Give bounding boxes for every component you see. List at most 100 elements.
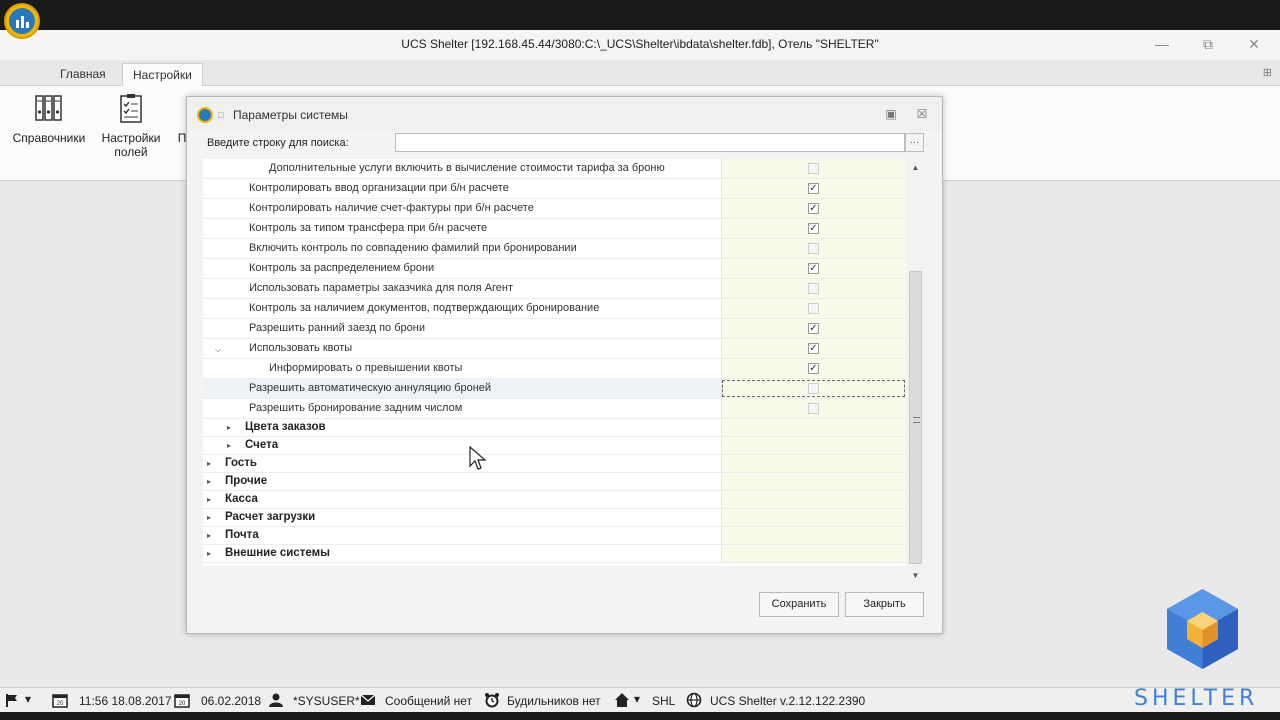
group-label: Расчет загрузки bbox=[225, 511, 316, 523]
parameter-checkbox[interactable]: ✓ bbox=[808, 263, 819, 274]
parameter-checkbox[interactable] bbox=[808, 403, 819, 414]
parameter-row[interactable]: Контролировать наличие счет-фактуры при … bbox=[203, 199, 906, 219]
scroll-thumb[interactable] bbox=[909, 271, 922, 564]
parameter-checkbox[interactable]: ✓ bbox=[808, 323, 819, 334]
parameter-row[interactable]: ⌵ Использовать квоты ✓ bbox=[203, 339, 906, 359]
vertical-scrollbar[interactable]: ▲ ▼ bbox=[907, 159, 924, 584]
parameter-label: Контролировать ввод организации при б/н … bbox=[249, 182, 509, 194]
expand-arrow-icon[interactable]: ▸ bbox=[227, 423, 231, 432]
scroll-grip-icon bbox=[913, 417, 920, 423]
parameter-checkbox[interactable]: ✓ bbox=[808, 223, 819, 234]
parameter-value-cell[interactable]: ✓ bbox=[721, 259, 906, 278]
flag-dropdown-icon[interactable]: ▾ bbox=[25, 692, 31, 706]
group-row[interactable]: ▸ Почта bbox=[203, 527, 906, 545]
parameter-row[interactable]: Использовать параметры заказчика для пол… bbox=[203, 279, 906, 299]
binders-icon bbox=[35, 95, 62, 121]
parameter-row[interactable]: Включить контроль по совпадению фамилий … bbox=[203, 239, 906, 259]
parameter-checkbox[interactable]: ✓ bbox=[808, 183, 819, 194]
scroll-up-arrow-icon[interactable]: ▲ bbox=[907, 161, 924, 175]
parameter-row[interactable]: Контролировать ввод организации при б/н … bbox=[203, 179, 906, 199]
ribbon-collapse-icon[interactable]: ⊞ bbox=[1263, 66, 1272, 79]
parameter-value-cell[interactable]: ✓ bbox=[721, 199, 906, 218]
close-button[interactable]: Закрыть bbox=[845, 592, 924, 617]
group-row[interactable]: ▸ Внешние системы bbox=[203, 545, 906, 563]
expand-arrow-icon[interactable]: ▸ bbox=[207, 495, 211, 504]
field-settings-button[interactable]: Настройки полей bbox=[98, 92, 164, 159]
parameter-row[interactable]: Контроль за типом трансфера при б/н расч… bbox=[203, 219, 906, 239]
home-icon[interactable] bbox=[614, 692, 630, 708]
parameter-checkbox[interactable] bbox=[808, 283, 819, 294]
parameter-value-cell[interactable] bbox=[721, 279, 906, 298]
parameter-value-cell[interactable]: ✓ bbox=[721, 179, 906, 198]
save-button[interactable]: Сохранить bbox=[759, 592, 839, 617]
parameter-value-cell[interactable] bbox=[721, 379, 906, 398]
status-alarms: Будильников нет bbox=[507, 694, 601, 708]
group-label: Почта bbox=[225, 529, 259, 541]
flag-icon[interactable] bbox=[4, 692, 20, 708]
dialog-restore-icon[interactable]: ▣ bbox=[883, 107, 899, 121]
group-row[interactable]: ▸ Расчет загрузки bbox=[203, 509, 906, 527]
dialog-logo-icon bbox=[197, 107, 213, 123]
parameter-value-cell[interactable] bbox=[721, 399, 906, 418]
parameter-label: Включить контроль по совпадению фамилий … bbox=[249, 242, 577, 254]
search-ellipsis-button[interactable]: … bbox=[905, 133, 924, 152]
parameter-checkbox[interactable]: ✓ bbox=[808, 203, 819, 214]
alarm-clock-icon[interactable] bbox=[484, 692, 500, 708]
parameter-row[interactable]: Контроль за распределением брони ✓ bbox=[203, 259, 906, 279]
parameter-label: Разрешить ранний заезд по брони bbox=[249, 322, 425, 334]
envelope-icon[interactable] bbox=[360, 692, 376, 708]
parameter-label: Контроль за распределением брони bbox=[249, 262, 435, 274]
parameter-checkbox[interactable] bbox=[808, 383, 819, 394]
scroll-down-arrow-icon[interactable]: ▼ bbox=[907, 569, 924, 583]
group-row[interactable]: ▸ Гость bbox=[203, 455, 906, 473]
group-row[interactable]: ▸ Цвета заказов bbox=[203, 419, 906, 437]
expand-arrow-icon[interactable]: ▸ bbox=[227, 441, 231, 450]
expand-arrow-icon[interactable]: ▸ bbox=[207, 513, 211, 522]
parameter-value-cell[interactable]: ✓ bbox=[721, 339, 906, 358]
parameter-row[interactable]: Информировать о превышении квоты ✓ bbox=[203, 359, 906, 379]
app-logo[interactable] bbox=[4, 3, 40, 39]
parameter-row[interactable]: Разрешить автоматическую аннуляцию броне… bbox=[203, 379, 906, 399]
shelter-brand-text: SHELTER bbox=[1134, 686, 1259, 711]
expand-arrow-icon[interactable]: ▸ bbox=[207, 531, 211, 540]
collapse-arrow-icon[interactable]: ⌵ bbox=[215, 345, 221, 355]
parameter-value-cell[interactable] bbox=[721, 239, 906, 258]
group-label: Прочие bbox=[225, 475, 268, 487]
parameter-row[interactable]: Разрешить ранний заезд по брони ✓ bbox=[203, 319, 906, 339]
group-row[interactable]: ▸ Счета bbox=[203, 437, 906, 455]
expand-arrow-icon[interactable]: ▸ bbox=[207, 477, 211, 486]
parameter-checkbox[interactable]: ✓ bbox=[808, 363, 819, 374]
home-dropdown-icon[interactable]: ▾ bbox=[634, 692, 640, 706]
parameter-row[interactable]: Разрешить бронирование задним числом bbox=[203, 399, 906, 419]
parameter-label: Использовать параметры заказчика для пол… bbox=[249, 282, 514, 294]
dialog-menu-icon[interactable]: □ bbox=[218, 110, 223, 120]
parameter-value-cell[interactable]: ✓ bbox=[721, 359, 906, 378]
parameter-label: Разрешить бронирование задним числом bbox=[249, 402, 463, 414]
group-value-cell bbox=[721, 437, 906, 454]
parameter-checkbox[interactable] bbox=[808, 163, 819, 174]
restore-button[interactable]: ⧉ bbox=[1196, 34, 1220, 54]
parameter-checkbox[interactable] bbox=[808, 243, 819, 254]
minimize-button[interactable]: — bbox=[1150, 34, 1174, 54]
expand-arrow-icon[interactable]: ▸ bbox=[207, 459, 211, 468]
parameter-label: Контроль за наличием документов, подтвер… bbox=[249, 302, 600, 314]
parameter-value-cell[interactable]: ✓ bbox=[721, 319, 906, 338]
expand-arrow-icon[interactable]: ▸ bbox=[207, 549, 211, 558]
close-window-button[interactable]: ✕ bbox=[1242, 34, 1266, 54]
tab-main[interactable]: Главная bbox=[50, 63, 116, 86]
dialog-close-icon[interactable]: ☒ bbox=[914, 107, 930, 121]
parameter-value-cell[interactable]: ✓ bbox=[721, 219, 906, 238]
search-input[interactable] bbox=[395, 133, 905, 152]
parameter-checkbox[interactable]: ✓ bbox=[808, 343, 819, 354]
window-title: UCS Shelter [192.168.45.44/3080:C:\_UCS\… bbox=[401, 37, 879, 51]
parameter-row[interactable]: Контроль за наличием документов, подтвер… bbox=[203, 299, 906, 319]
parameter-row[interactable]: Дополнительные услуги включить в вычисле… bbox=[203, 159, 906, 179]
tab-settings[interactable]: Настройки bbox=[122, 63, 203, 86]
group-row[interactable]: ▸ Прочие bbox=[203, 473, 906, 491]
parameter-checkbox[interactable] bbox=[808, 303, 819, 314]
group-row[interactable]: ▸ Касса bbox=[203, 491, 906, 509]
parameter-value-cell[interactable] bbox=[721, 159, 906, 178]
parameter-value-cell[interactable] bbox=[721, 299, 906, 318]
parameter-label: Использовать квоты bbox=[249, 342, 353, 354]
directories-button[interactable]: Справочники bbox=[10, 92, 88, 145]
